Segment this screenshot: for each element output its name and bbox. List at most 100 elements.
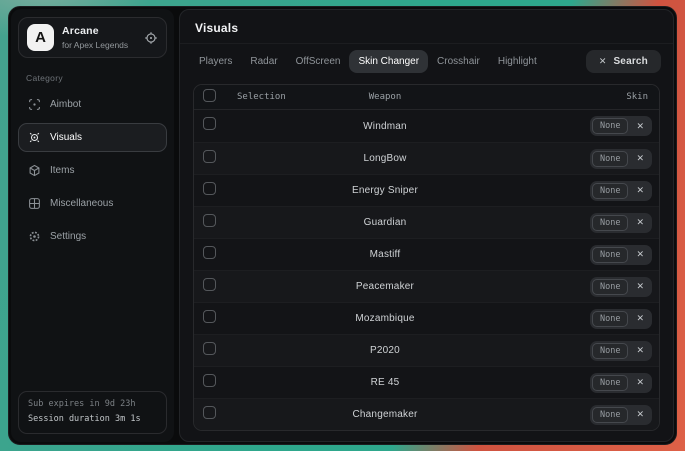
main-panel: Visuals Players Radar OffScreen Skin Cha… (179, 9, 674, 442)
skin-value[interactable]: None (592, 279, 628, 295)
skin-value[interactable]: None (592, 407, 628, 423)
sidebar-item-settings[interactable]: Settings (18, 222, 167, 251)
skin-selector[interactable]: None ✕ (590, 405, 652, 425)
clear-skin-icon[interactable]: ✕ (636, 217, 644, 228)
select-all-checkbox[interactable] (203, 89, 216, 102)
crosshair-icon[interactable] (144, 31, 158, 45)
row-checkbox[interactable] (203, 342, 216, 355)
table-row: Peacemaker None ✕ (194, 270, 659, 302)
tab-radar[interactable]: Radar (241, 50, 286, 73)
skin-selector[interactable]: None ✕ (590, 181, 652, 201)
app-window: A Arcane for Apex Legends Category (8, 6, 677, 445)
weapon-name: Energy Sniper (229, 185, 541, 196)
row-checkbox[interactable] (203, 150, 216, 163)
skin-selector[interactable]: None ✕ (590, 341, 652, 361)
sidebar-item-aimbot[interactable]: Aimbot (18, 90, 167, 119)
session-info-card: Sub expires in 9d 23h Session duration 3… (18, 391, 167, 434)
skin-selector[interactable]: None ✕ (590, 149, 652, 169)
miscellaneous-icon (28, 197, 41, 210)
sidebar-item-visuals[interactable]: Visuals (18, 123, 167, 152)
weapon-name: Mastiff (229, 249, 541, 260)
sidebar-item-label: Items (50, 165, 74, 176)
table-body: Windman None ✕ LongBow None ✕ Energy Sni… (194, 110, 659, 430)
skin-selector[interactable]: None ✕ (590, 213, 652, 233)
clear-skin-icon[interactable]: ✕ (636, 153, 644, 164)
table-row: LongBow None ✕ (194, 142, 659, 174)
skin-value[interactable]: None (592, 343, 628, 359)
clear-skin-icon[interactable]: ✕ (636, 313, 644, 324)
row-checkbox[interactable] (203, 278, 216, 291)
clear-skin-icon[interactable]: ✕ (636, 409, 644, 420)
aimbot-icon (28, 98, 41, 111)
sub-expiry-text: Sub expires in 9d 23h (28, 400, 157, 410)
row-checkbox[interactable] (203, 117, 216, 130)
skin-value[interactable]: None (592, 183, 628, 199)
row-checkbox[interactable] (203, 406, 216, 419)
skin-value[interactable]: None (592, 247, 628, 263)
sidebar-item-label: Miscellaneous (50, 198, 113, 209)
sidebar: A Arcane for Apex Legends Category (11, 9, 174, 442)
weapon-name: Changemaker (229, 409, 541, 420)
tab-offscreen[interactable]: OffScreen (287, 50, 350, 73)
items-icon (28, 164, 41, 177)
weapon-name: Mozambique (229, 313, 541, 324)
skin-selector[interactable]: None ✕ (590, 277, 652, 297)
table-row: RE 45 None ✕ (194, 366, 659, 398)
clear-skin-icon[interactable]: ✕ (636, 185, 644, 196)
app-subtitle: for Apex Legends (62, 40, 128, 50)
search-button-label: Search (613, 56, 648, 67)
table-row: P2020 None ✕ (194, 334, 659, 366)
row-checkbox[interactable] (203, 182, 216, 195)
tab-crosshair[interactable]: Crosshair (428, 50, 489, 73)
row-checkbox[interactable] (203, 310, 216, 323)
skin-selector[interactable]: None ✕ (590, 309, 652, 329)
weapon-name: P2020 (229, 345, 541, 356)
session-duration-text: Session duration 3m 1s (28, 415, 157, 425)
weapon-name: LongBow (229, 153, 541, 164)
table-row: Changemaker None ✕ (194, 398, 659, 430)
row-checkbox[interactable] (203, 374, 216, 387)
weapon-name: Peacemaker (229, 281, 541, 292)
clear-skin-icon[interactable]: ✕ (636, 249, 644, 260)
clear-skin-icon[interactable]: ✕ (636, 377, 644, 388)
tab-highlight[interactable]: Highlight (489, 50, 546, 73)
skin-table: Selection Weapon Skin Windman None ✕ Lon… (193, 84, 660, 431)
table-row: Windman None ✕ (194, 110, 659, 142)
table-header-row: Selection Weapon Skin (194, 85, 659, 110)
sidebar-item-items[interactable]: Items (18, 156, 167, 185)
app-title: Arcane (62, 25, 128, 37)
category-label: Category (26, 73, 169, 83)
table-row: Energy Sniper None ✕ (194, 174, 659, 206)
skin-value[interactable]: None (592, 375, 628, 391)
app-header-card: A Arcane for Apex Legends (18, 17, 167, 58)
table-row: Mastiff None ✕ (194, 238, 659, 270)
clear-skin-icon[interactable]: ✕ (636, 121, 644, 132)
skin-value[interactable]: None (592, 118, 628, 134)
tab-bar: Players Radar OffScreen Skin Changer Cro… (180, 44, 673, 79)
clear-skin-icon[interactable]: ✕ (636, 345, 644, 356)
skin-value[interactable]: None (592, 151, 628, 167)
tab-skin-changer[interactable]: Skin Changer (349, 50, 428, 73)
weapon-name: RE 45 (229, 377, 541, 388)
row-checkbox[interactable] (203, 246, 216, 259)
row-checkbox[interactable] (203, 214, 216, 227)
skin-selector[interactable]: None ✕ (590, 245, 652, 265)
sidebar-item-label: Settings (50, 231, 86, 242)
skin-selector[interactable]: None ✕ (590, 373, 652, 393)
visuals-icon (28, 131, 41, 144)
page-title: Visuals (195, 21, 658, 35)
table-row: Mozambique None ✕ (194, 302, 659, 334)
column-header-skin: Skin (541, 92, 659, 102)
tab-players[interactable]: Players (190, 50, 241, 73)
search-close-icon: ✕ (599, 56, 607, 67)
sidebar-item-label: Visuals (50, 132, 82, 143)
search-button[interactable]: ✕ Search (586, 50, 661, 73)
app-logo: A (27, 24, 54, 51)
skin-value[interactable]: None (592, 311, 628, 327)
sidebar-item-label: Aimbot (50, 99, 81, 110)
clear-skin-icon[interactable]: ✕ (636, 281, 644, 292)
sidebar-item-miscellaneous[interactable]: Miscellaneous (18, 189, 167, 218)
column-header-weapon: Weapon (369, 92, 402, 102)
skin-value[interactable]: None (592, 215, 628, 231)
skin-selector[interactable]: None ✕ (590, 116, 652, 136)
